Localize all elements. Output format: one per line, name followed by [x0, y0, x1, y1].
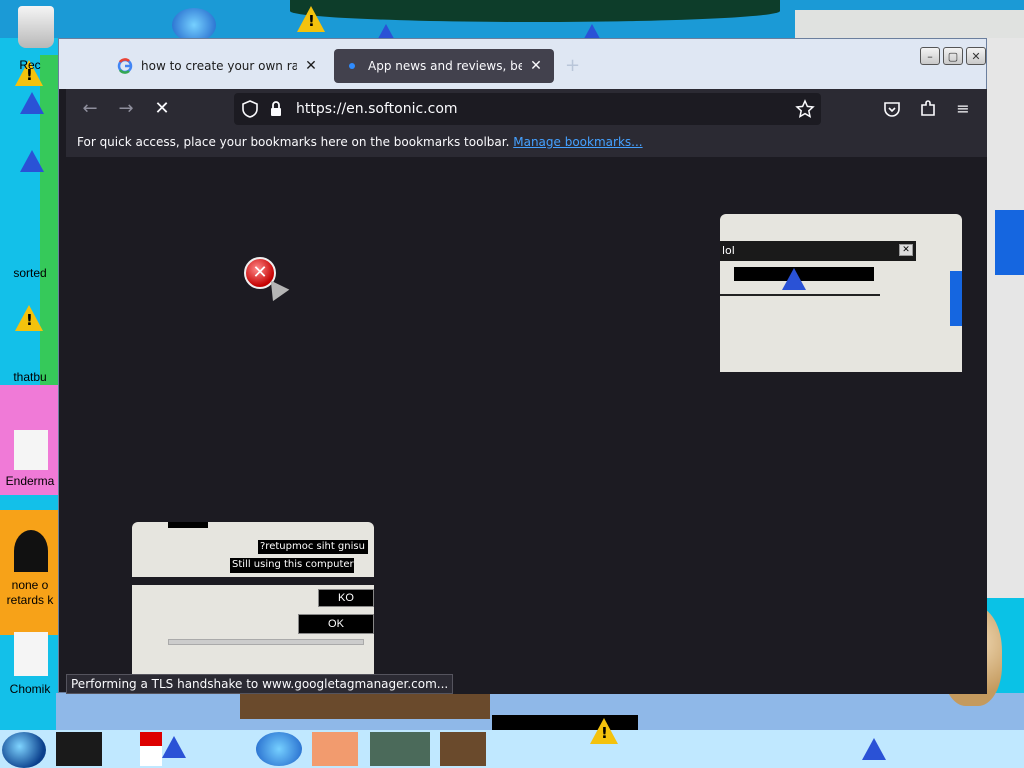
- desktop-glitch-left-orange: [0, 510, 58, 635]
- manage-bookmarks-link[interactable]: Manage bookmarks...: [513, 135, 642, 149]
- start-button[interactable]: [2, 732, 46, 768]
- taskbar: [0, 718, 1024, 768]
- warning-icon: [20, 92, 44, 114]
- warning-icon: [862, 738, 886, 760]
- dialog-message: Still using this computer?: [230, 558, 354, 573]
- back-arrow-icon[interactable]: ←: [78, 97, 102, 121]
- warning-icon: [15, 305, 43, 331]
- desktop-glitch-right: [987, 38, 1024, 598]
- ok-button[interactable]: OK: [298, 614, 374, 634]
- taskbar-item[interactable]: [256, 732, 302, 766]
- tab-label: how to create your own ransomware: [141, 59, 297, 73]
- warning-icon: [20, 150, 44, 172]
- taskbar-item[interactable]: [370, 732, 430, 766]
- enderman-icon: [14, 430, 48, 470]
- extensions-icon[interactable]: [916, 97, 940, 121]
- window-controls: – ▢ ✕: [920, 47, 986, 65]
- bookmarks-hint: For quick access, place your bookmarks h…: [77, 135, 510, 149]
- dialog-progress-track: [168, 639, 364, 645]
- close-icon[interactable]: ✕: [303, 58, 319, 74]
- lock-icon[interactable]: [266, 99, 286, 119]
- bookmark-star-icon[interactable]: [795, 99, 815, 119]
- warning-icon: [162, 736, 186, 758]
- close-window-button[interactable]: ✕: [966, 47, 986, 65]
- taskbar-item[interactable]: [140, 732, 162, 766]
- new-tab-button[interactable]: +: [565, 55, 580, 76]
- tab-ransomware-search[interactable]: how to create your own ransomware ✕: [107, 49, 329, 83]
- google-icon: [117, 58, 133, 74]
- bookmarks-toolbar: For quick access, place your bookmarks h…: [66, 129, 987, 157]
- dialog-glitch-row: [132, 577, 374, 585]
- mirrored-text: ?retupmoc siht gnisu llitS: [258, 540, 368, 554]
- url-bar[interactable]: https://en.softonic.com: [234, 93, 821, 125]
- url-text: https://en.softonic.com: [296, 101, 458, 117]
- minimize-button[interactable]: –: [920, 47, 940, 65]
- desktop-icon-thatbu[interactable]: thatbu: [0, 370, 60, 384]
- desktop-glitch-bottom-strip: [240, 693, 490, 719]
- dialog-title: lol: [722, 244, 735, 257]
- dialog-titlebar: [168, 522, 208, 528]
- close-icon[interactable]: ✕: [899, 244, 913, 256]
- maximize-button[interactable]: ▢: [943, 47, 963, 65]
- desktop-icon-retards[interactable]: retards k: [0, 593, 60, 607]
- dialog-titlebar: lol: [720, 241, 916, 261]
- browser-window: how to create your own ransomware ✕ App …: [58, 38, 987, 694]
- taskbar-item[interactable]: [312, 732, 358, 766]
- taskbar-item[interactable]: [440, 732, 486, 766]
- desktop-glitch-top-dark: [290, 0, 780, 22]
- dialog-glitch-blue: [950, 271, 962, 326]
- folder-icon: [14, 530, 48, 572]
- softonic-icon: [349, 63, 355, 69]
- tab-label: App news and reviews, best software: [368, 59, 522, 73]
- stop-loading-icon[interactable]: ✕: [150, 97, 174, 121]
- recycle-bin-icon[interactable]: [18, 6, 54, 48]
- dialog-glitch-line: [720, 294, 880, 296]
- taskbar-item[interactable]: [56, 732, 102, 766]
- page-content: ✕ lol ✕ ?retupmoc siht gnisu llitS Still…: [66, 157, 987, 694]
- desktop-icon-none[interactable]: none o: [0, 578, 60, 592]
- shield-icon[interactable]: [240, 99, 260, 119]
- warning-icon: [782, 268, 806, 290]
- desktop-icon-rec[interactable]: Rec: [0, 58, 60, 72]
- menu-hamburger-icon[interactable]: ≡: [951, 97, 975, 121]
- warning-icon: [590, 718, 618, 744]
- close-icon[interactable]: ✕: [528, 58, 544, 74]
- desktop-icon-enderman[interactable]: Enderma: [0, 474, 60, 488]
- warning-icon: [297, 6, 325, 32]
- ok-mirrored-button[interactable]: KO: [318, 589, 374, 607]
- tab-softonic[interactable]: App news and reviews, best software ✕: [334, 49, 554, 83]
- forward-arrow-icon[interactable]: →: [114, 97, 138, 121]
- desktop-icon-chomik[interactable]: Chomik: [0, 682, 60, 696]
- pocket-icon[interactable]: [880, 97, 904, 121]
- status-bar: Performing a TLS handshake to www.google…: [66, 674, 454, 694]
- desktop-glitch-top-right: [795, 10, 1024, 40]
- desktop-icon-sorted[interactable]: sorted: [0, 266, 60, 280]
- navigation-toolbar: ← → ✕ https://en.softonic.com ≡: [66, 89, 987, 129]
- desktop-glitch-right-blue: [995, 210, 1024, 275]
- glitched-dialog-still-using: ?retupmoc siht gnisu llitS Still using t…: [132, 522, 374, 680]
- glitched-dialog-upper: lol ✕: [720, 214, 962, 372]
- title-bar: how to create your own ransomware ✕ App …: [59, 39, 986, 89]
- globe-icon: [172, 8, 216, 42]
- chomik-icon: [14, 632, 48, 676]
